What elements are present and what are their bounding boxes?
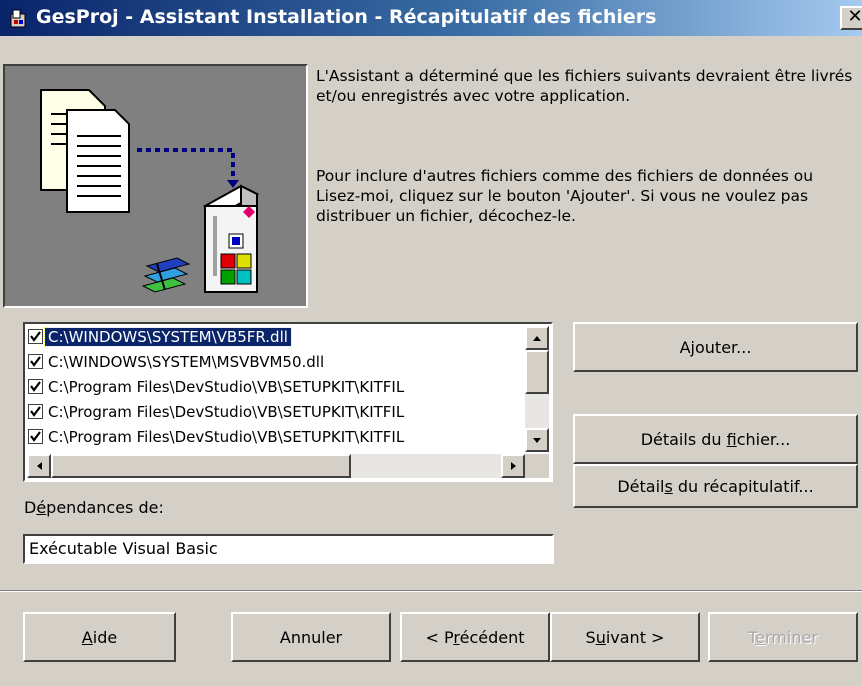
file-checkbox[interactable] <box>28 404 43 419</box>
description-paragraph-1: L'Assistant a déterminé que les fichiers… <box>316 67 853 105</box>
finish-button[interactable]: Terminer <box>708 612 858 662</box>
scroll-up-button[interactable] <box>525 326 549 350</box>
checkmark-icon <box>30 331 41 342</box>
cancel-button[interactable]: Annuler <box>231 612 391 662</box>
file-path: C:\Program Files\DevStudio\VB\SETUPKIT\K… <box>48 428 405 446</box>
scrollbar-corner <box>525 454 549 478</box>
checkmark-icon <box>30 406 41 417</box>
checkmark-icon <box>30 431 41 442</box>
arrow-up-icon <box>533 336 541 341</box>
scroll-left-button[interactable] <box>27 454 51 478</box>
setup-app-icon <box>10 9 26 28</box>
file-checkbox[interactable] <box>28 354 43 369</box>
checkmark-icon <box>30 356 41 367</box>
wizard-illustration <box>3 64 308 308</box>
file-list-row[interactable]: C:\Program Files\DevStudio\VB\SETUPKIT\K… <box>28 376 528 398</box>
file-path: C:\Program Files\DevStudio\VB\SETUPKIT\K… <box>48 378 405 396</box>
scroll-right-button[interactable] <box>501 454 525 478</box>
close-button[interactable]: ✕ <box>840 6 862 30</box>
vertical-scroll-thumb[interactable] <box>525 350 549 394</box>
previous-label: < Précédent <box>425 627 525 647</box>
horizontal-scroll-thumb[interactable] <box>51 454 351 478</box>
title-bar[interactable]: GesProj - Assistant Installation - Récap… <box>0 0 862 36</box>
help-button[interactable]: Aide <box>23 612 176 662</box>
help-label: Aide <box>81 627 118 647</box>
arrow-right-icon <box>511 462 516 470</box>
summary-details-button[interactable]: Détails du récapitulatif... <box>573 464 858 508</box>
file-list-row[interactable]: C:\Program Files\DevStudio\VB\SETUPKIT\K… <box>28 401 528 423</box>
file-path: C:\WINDOWS\SYSTEM\MSVBVM50.dll <box>48 353 325 371</box>
checkmark-icon <box>30 381 41 392</box>
file-details-label: Détails du fichier... <box>640 429 791 449</box>
finish-label: Terminer <box>748 627 818 647</box>
add-button[interactable]: Ajouter... <box>573 322 858 372</box>
file-list-row[interactable]: C:\WINDOWS\SYSTEM\VB5FR.dll <box>28 326 528 348</box>
file-list-row[interactable]: C:\Program Files\DevStudio\VB\SETUPKIT\K… <box>28 426 528 448</box>
arrow-down-icon <box>533 438 541 443</box>
file-path: C:\Program Files\DevStudio\VB\SETUPKIT\K… <box>48 403 405 421</box>
separator <box>0 590 862 592</box>
summary-details-label: Détails du récapitulatif... <box>617 476 814 496</box>
horizontal-scrollbar[interactable] <box>27 454 525 478</box>
vertical-scrollbar[interactable] <box>525 326 549 452</box>
file-list[interactable]: C:\WINDOWS\SYSTEM\VB5FR.dll C:\WINDOWS\SY… <box>23 322 553 482</box>
file-checkbox[interactable] <box>28 329 43 344</box>
file-path: C:\WINDOWS\SYSTEM\VB5FR.dll <box>44 327 292 347</box>
scroll-down-button[interactable] <box>525 428 549 452</box>
next-label: Suivant > <box>585 627 665 647</box>
file-details-button[interactable]: Détails du fichier... <box>573 414 858 464</box>
file-checkbox[interactable] <box>28 379 43 394</box>
next-button[interactable]: Suivant > <box>550 612 700 662</box>
arrow-left-icon <box>37 462 42 470</box>
file-list-row[interactable]: C:\WINDOWS\SYSTEM\MSVBVM50.dll <box>28 351 528 373</box>
description-paragraph-2: Pour inclure d'autres fichiers comme des… <box>316 167 814 225</box>
dependencies-field[interactable]: Exécutable Visual Basic <box>23 534 554 564</box>
files-to-package-icon <box>40 89 260 293</box>
dependencies-label: Dépendances de: <box>24 498 164 517</box>
window-title: GesProj - Assistant Installation - Récap… <box>36 6 657 28</box>
previous-button[interactable]: < Précédent <box>400 612 550 662</box>
file-checkbox[interactable] <box>28 429 43 444</box>
